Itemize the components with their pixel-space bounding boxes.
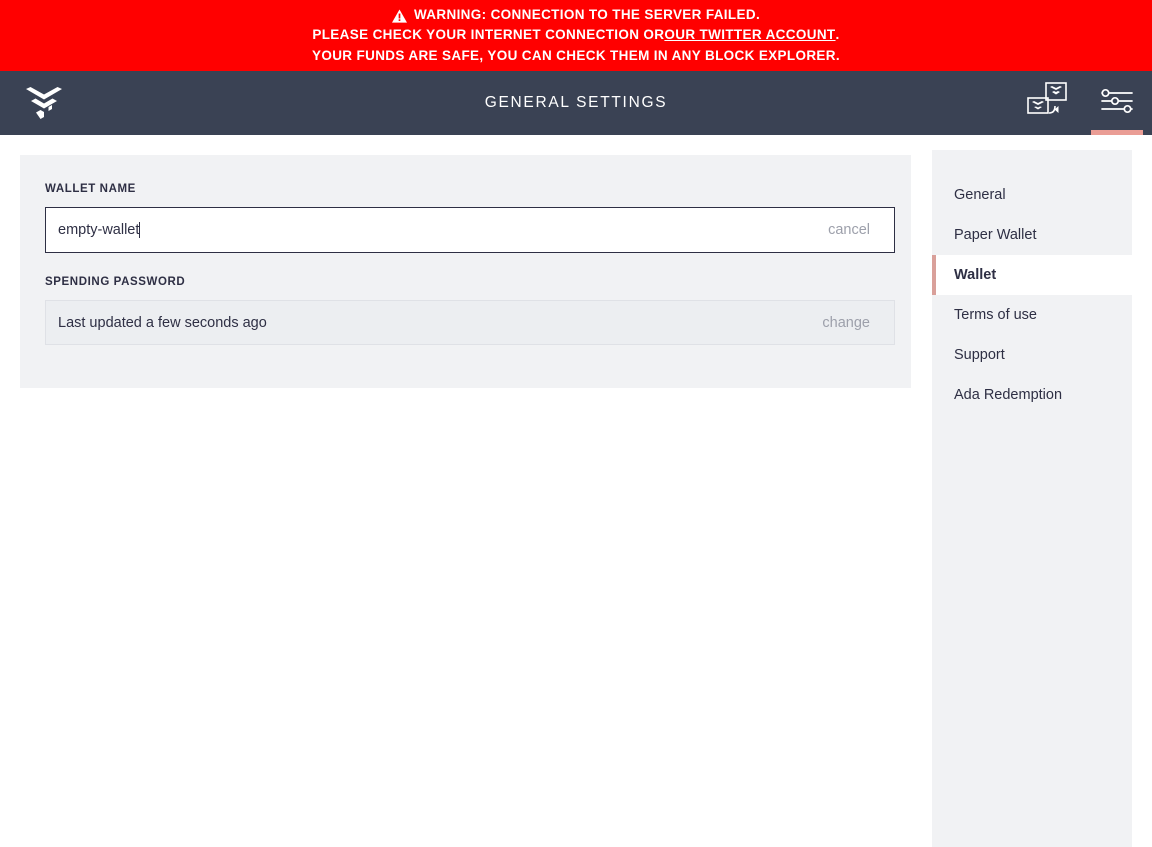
spending-password-label: Spending Password [45, 276, 186, 288]
warning-text-line-2-prefix: PLEASE CHECK YOUR INTERNET CONNECTION OR [312, 27, 665, 43]
field-spacer [45, 253, 886, 276]
warning-triangle-icon [391, 9, 407, 23]
sidebar-item-wallet[interactable]: Wallet [932, 255, 1132, 295]
sidebar-item-label: Terms of use [954, 307, 1037, 323]
sidebar-item-label: Paper Wallet [954, 227, 1037, 243]
server-connection-warning-bar: WARNING: CONNECTION TO THE SERVER FAILED… [0, 0, 1152, 71]
settings-sliders-icon [1100, 87, 1134, 120]
sidebar-item-support[interactable]: Support [932, 335, 1132, 375]
sidebar-item-paper-wallet[interactable]: Paper Wallet [932, 215, 1132, 255]
wallet-name-input[interactable]: empty-wallet cancel [45, 207, 895, 253]
sidebar-item-label: Wallet [954, 267, 997, 283]
warning-text-line-2-suffix: . [835, 27, 840, 43]
sidebar-item-label: Support [954, 347, 1005, 363]
settings-button[interactable] [1082, 71, 1152, 135]
sidebar-item-terms-of-use[interactable]: Terms of use [932, 295, 1132, 335]
twitter-account-link[interactable]: OUR TWITTER ACCOUNT [664, 25, 835, 46]
settings-page: Wallet Name empty-wallet cancel Spending… [0, 135, 1152, 847]
warning-line-1: WARNING: CONNECTION TO THE SERVER FAILED… [391, 5, 761, 26]
warning-text-line-3: YOUR FUNDS ARE SAFE, YOU CAN CHECK THEM … [312, 47, 840, 63]
wallet-settings-panel: Wallet Name empty-wallet cancel Spending… [20, 155, 911, 388]
text-cursor [139, 222, 141, 238]
sidebar-item-general[interactable]: General [932, 175, 1132, 215]
warning-text-line-1: WARNING: CONNECTION TO THE SERVER FAILED… [413, 6, 761, 22]
top-bar-actions [1012, 71, 1152, 135]
sidebar-item-ada-redemption[interactable]: Ada Redemption [932, 375, 1132, 415]
wallet-name-value: empty-wallet [58, 222, 140, 238]
sidebar-item-label: Ada Redemption [954, 387, 1063, 403]
wallet-name-cancel-button[interactable]: cancel [828, 222, 870, 238]
sidebar-item-label: General [954, 187, 1006, 203]
spending-password-status: Last updated a few seconds ago [58, 314, 267, 331]
top-navigation-bar: General Settings [0, 71, 1152, 135]
wallet-switch-icon [1023, 80, 1071, 127]
warning-line-3: YOUR FUNDS ARE SAFE, YOU CAN CHECK THEM … [312, 46, 840, 67]
wallet-name-label: Wallet Name [45, 183, 136, 195]
spending-password-change-button[interactable]: change [822, 315, 870, 331]
warning-line-2: PLEASE CHECK YOUR INTERNET CONNECTION OR… [312, 25, 839, 46]
page-title: General Settings [484, 94, 668, 111]
settings-side-menu: General Paper Wallet Wallet Terms of use… [932, 150, 1132, 847]
wallet-switch-button[interactable] [1012, 71, 1082, 135]
spending-password-field[interactable]: Last updated a few seconds ago change [45, 300, 895, 345]
